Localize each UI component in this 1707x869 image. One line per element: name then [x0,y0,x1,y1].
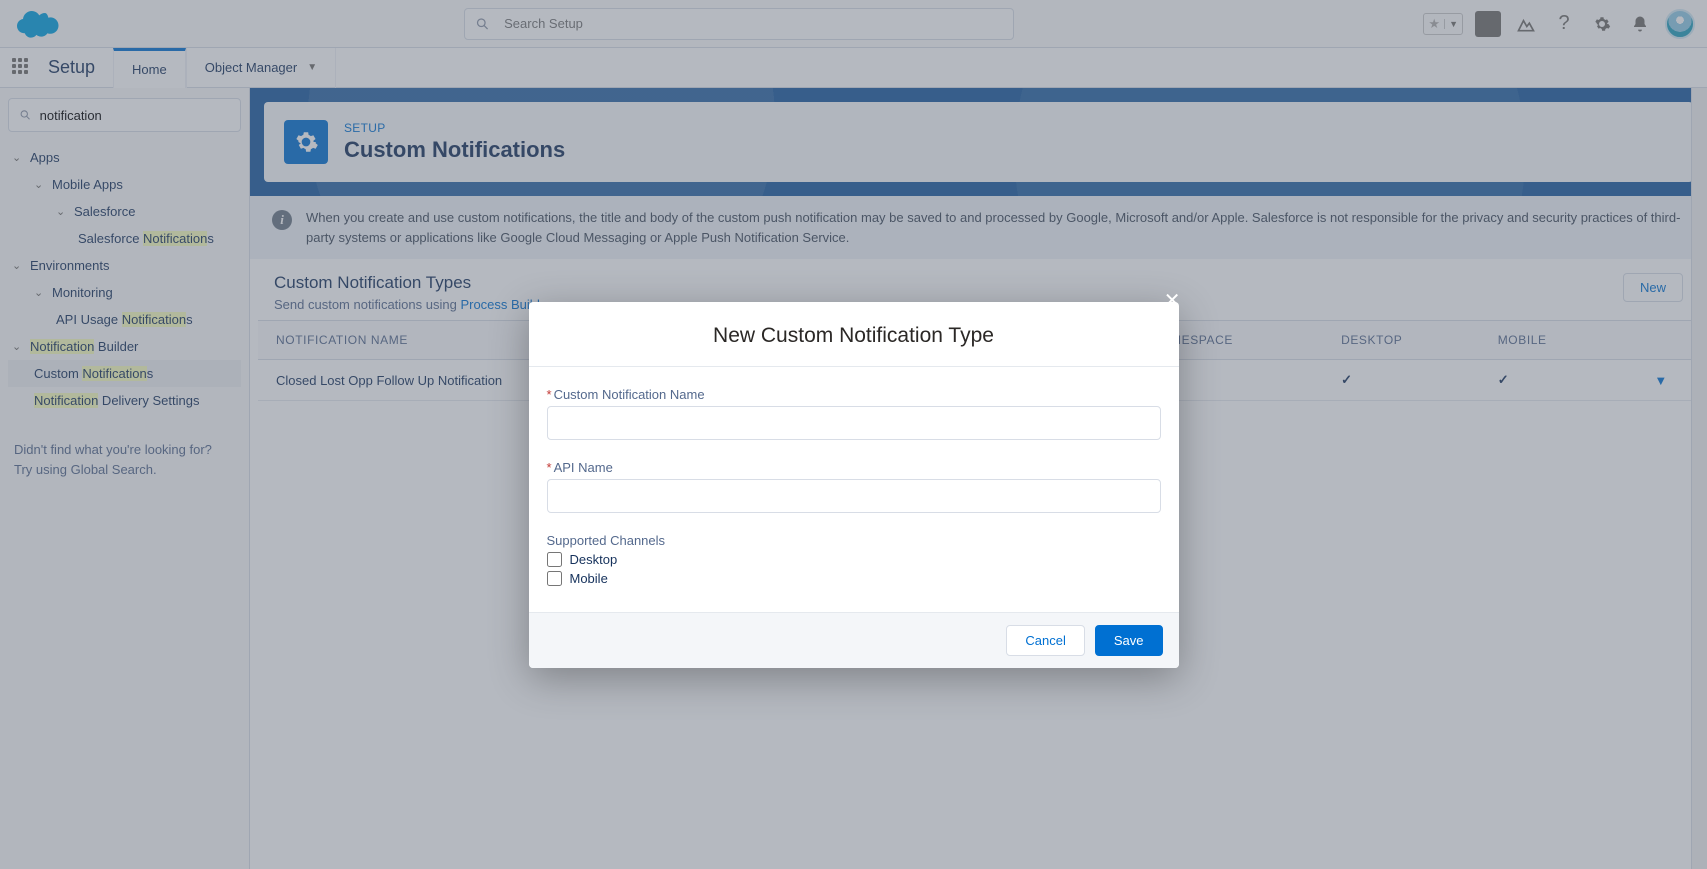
label-custom-notification-name: *Custom Notification Name [547,387,1161,402]
new-notification-type-modal: ✕ New Custom Notification Type *Custom N… [529,302,1179,668]
desktop-checkbox[interactable] [547,552,562,567]
api-name-input[interactable] [547,479,1161,513]
close-button[interactable]: ✕ [1164,288,1181,313]
checkbox-label: Desktop [570,552,618,567]
checkbox-label: Mobile [570,571,608,586]
mobile-checkbox[interactable] [547,571,562,586]
modal-title: New Custom Notification Type [549,324,1159,348]
save-button[interactable]: Save [1095,625,1163,656]
custom-notification-name-input[interactable] [547,406,1161,440]
label-supported-channels: Supported Channels [547,533,1161,548]
label-api-name: *API Name [547,460,1161,475]
close-icon: ✕ [1164,290,1181,312]
cancel-button[interactable]: Cancel [1006,625,1084,656]
